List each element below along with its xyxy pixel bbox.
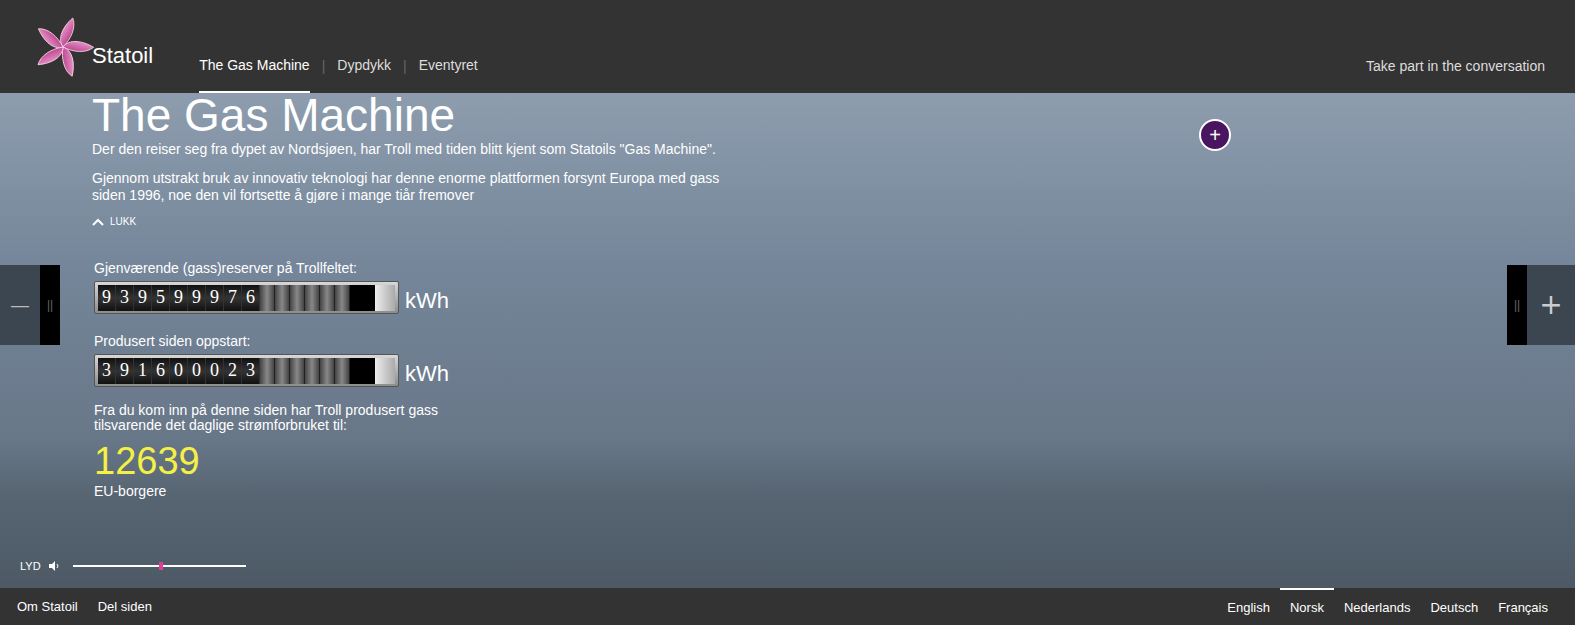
language-option[interactable]: Français [1488,588,1558,625]
hero-title: The Gas Machine [92,91,1575,139]
nav-item[interactable]: Eventyret [419,0,478,93]
counter-digit: 0 [188,358,206,384]
counter-digit: 9 [134,285,152,311]
equivalent: Fra du kom inn på denne siden har Troll … [92,403,1575,499]
language-option[interactable]: English [1217,588,1280,625]
chevron-up-icon [92,218,104,226]
next-panel[interactable]: ||+ [1507,265,1575,345]
counter-display: 939599976 [94,281,399,314]
volume-knob[interactable] [159,562,163,570]
top-bar: StatoilThe Gas Machine|Dypdykk|Eventyret… [0,0,1575,93]
counter-roll [275,358,290,384]
counter-unit: kWh [405,288,449,314]
page: StatoilThe Gas Machine|Dypdykk|Eventyret… [0,0,1575,625]
hero: The Gas Machine Der den reiser seg fra dy… [0,93,1575,588]
statoil-star-icon [32,16,94,78]
language-option[interactable]: Norsk [1280,588,1334,625]
counter-label: Produsert siden oppstart: [94,332,1575,350]
counter-digit: 9 [206,285,224,311]
counter-digit: 3 [98,358,116,384]
footer-link[interactable]: Om Statoil [17,597,78,617]
counter-roll [320,358,335,384]
counter-roll [335,358,350,384]
counter-digit: 3 [116,285,134,311]
footer-link[interactable]: Del siden [98,597,152,617]
counter-digit: 7 [224,285,242,311]
counter: Produsert siden oppstart:391600023kWh [94,332,1575,387]
collapse-button[interactable]: LUKK [92,214,1575,229]
nav-item[interactable]: Dypdykk [337,0,391,93]
counter: Gjenværende (gass)reserver på Trollfelte… [94,259,1575,314]
counter-roll [275,285,290,311]
counter-roll [290,285,305,311]
equivalent-value: 12639 [94,439,1575,483]
counter-digit: 0 [170,358,188,384]
counter-digit: 6 [152,358,170,384]
counter-roll [320,285,335,311]
nav-item[interactable]: The Gas Machine [199,0,310,93]
counter-digit: 9 [116,358,134,384]
hero-paragraph: Der den reiser seg fra dypet av Nordsjøe… [92,141,732,158]
prev-panel[interactable]: —|| [0,265,60,345]
counter-unit: kWh [405,361,449,387]
logo[interactable]: Statoil [32,16,153,78]
info-button[interactable]: + [1199,119,1231,151]
counter-label: Gjenværende (gass)reserver på Trollfelte… [94,259,1575,277]
counter-roll [305,358,320,384]
counter-digit: 9 [98,285,116,311]
counter-digit: 9 [170,285,188,311]
counter-roll [290,358,305,384]
footer: Om Statoil Del siden EnglishNorskNederland… [0,588,1575,625]
conversation-link[interactable]: Take part in the conversation [1366,0,1545,93]
nav-separator: | [310,0,338,93]
counter-roll [335,285,350,311]
nav-separator: | [391,0,419,93]
language-option[interactable]: Nederlands [1334,588,1421,625]
sound-control: LYD [0,558,1575,589]
counter-digit: 1 [134,358,152,384]
counter-display: 391600023 [94,354,399,387]
main-nav: The Gas Machine|Dypdykk|Eventyret [199,0,478,93]
counter-digit: 0 [206,358,224,384]
counter-digit: 9 [188,285,206,311]
hero-paragraph: Gjennom utstrakt bruk av innovativ tekno… [92,170,732,204]
counter-digit: 2 [224,358,242,384]
language-option[interactable]: Deutsch [1420,588,1488,625]
counter-digit: 3 [242,358,260,384]
volume-slider[interactable] [73,561,246,571]
counter-roll [260,358,275,384]
speaker-icon[interactable] [49,561,61,571]
counter-roll [260,285,275,311]
counter-digit: 6 [242,285,260,311]
counter-roll [305,285,320,311]
counter-digit: 5 [152,285,170,311]
